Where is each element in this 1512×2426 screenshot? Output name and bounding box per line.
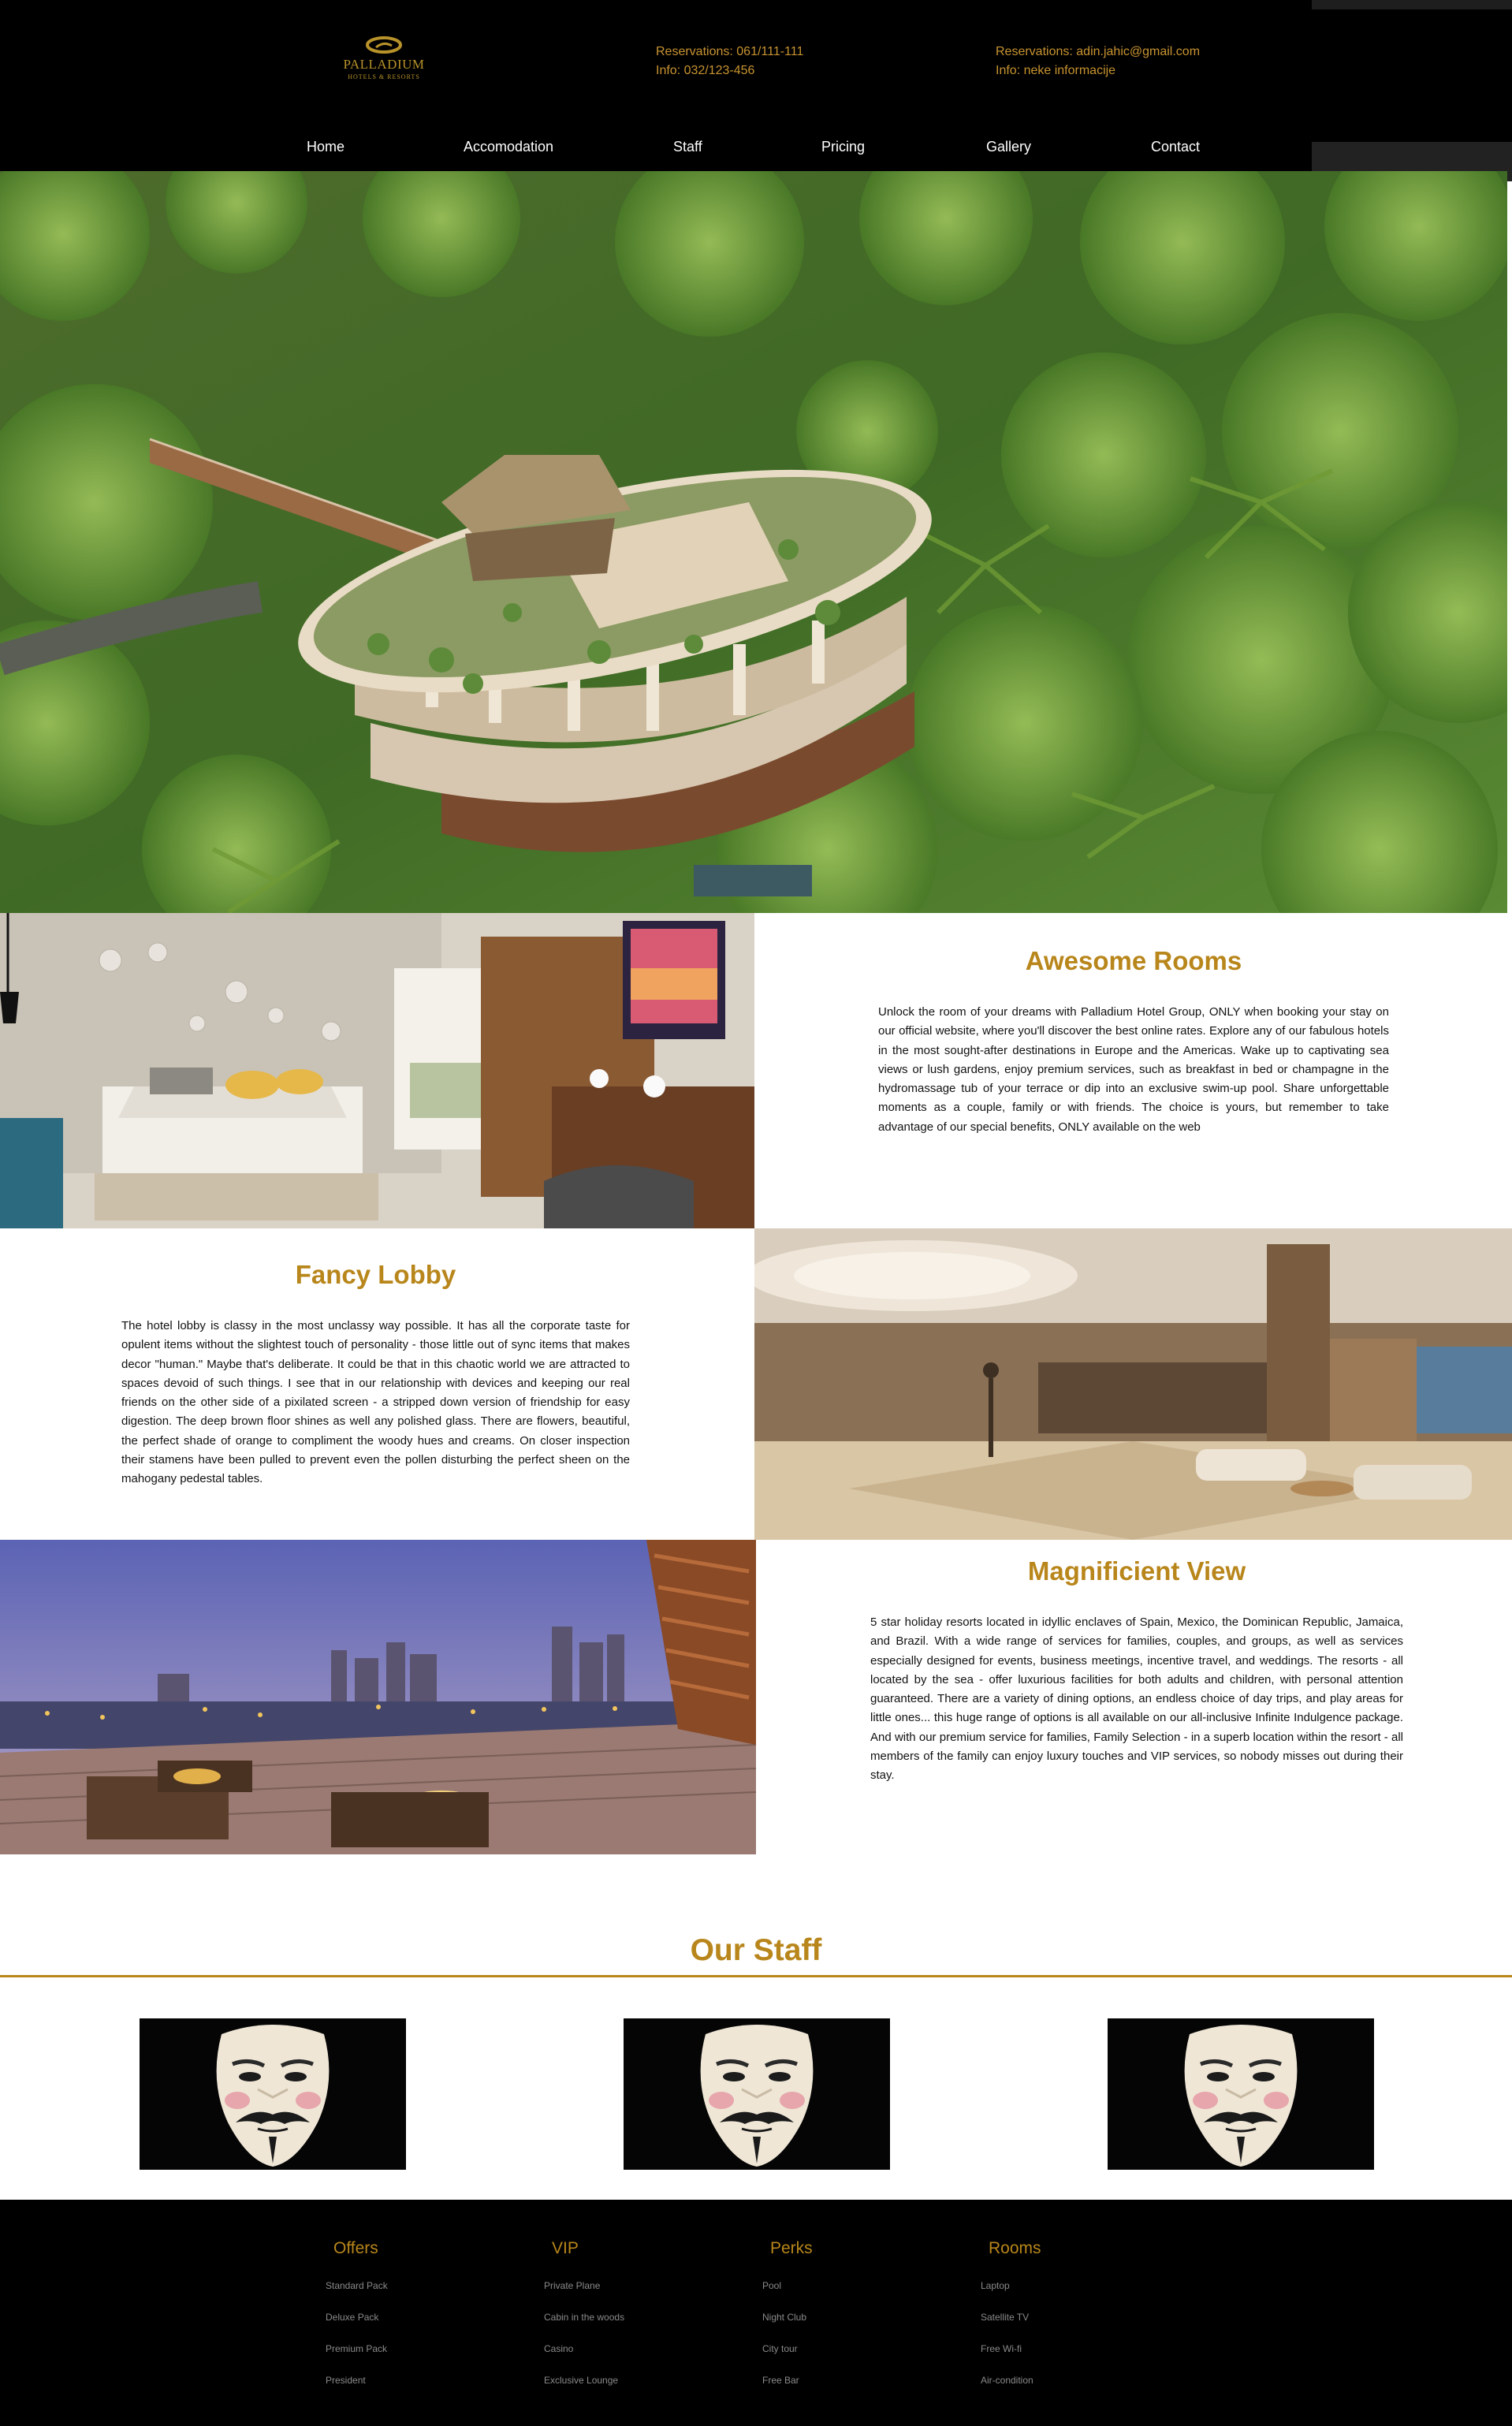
staff-member-2-photo (624, 2018, 890, 2170)
staff-member-3-photo (1108, 2018, 1374, 2170)
bedroom-photo (0, 913, 754, 1228)
view-text: Magnificient View 5 star holiday resorts… (870, 1556, 1403, 1786)
footer-heading-rooms: Rooms (989, 2239, 1041, 2257)
footer-link-cabin[interactable]: Cabin in the woods (544, 2312, 709, 2343)
top-strip (1312, 0, 1512, 9)
nav-home[interactable]: Home (307, 139, 344, 155)
footer-link-casino[interactable]: Casino (544, 2343, 709, 2375)
footer-heading-vip: VIP (552, 2239, 579, 2257)
brand-logo[interactable]: PALLADIUM HOTELS & RESORTS (341, 35, 427, 90)
info-text: Info: neke informacije (996, 64, 1116, 77)
brand-tagline: HOTELS & RESORTS (348, 73, 420, 80)
footer-link-laptop[interactable]: Laptop (981, 2280, 1146, 2312)
contact-email-block: Reservations: adin.jahic@gmail.com Info:… (996, 43, 1200, 80)
footer-link-standard-pack[interactable]: Standard Pack (326, 2280, 491, 2312)
footer-link-pool[interactable]: Pool (762, 2280, 928, 2312)
contact-phone-block: Reservations: 061/111-111 Info: 032/123-… (656, 43, 803, 80)
footer-link-satellite-tv[interactable]: Satellite TV (981, 2312, 1146, 2343)
footer-column-offers: Offers Standard Pack Deluxe Pack Premium… (326, 2239, 491, 2406)
brand-name: PALLADIUM (343, 57, 425, 72)
lobby-photo (754, 1228, 1512, 1540)
reservations-email: Reservations: adin.jahic@gmail.com (996, 45, 1201, 58)
nav-pricing[interactable]: Pricing (821, 139, 865, 155)
bedroom-illustration (0, 913, 754, 1228)
footer-column-perks: Perks Pool Night Club City tour Free Bar (762, 2239, 928, 2406)
footer-heading-offers: Offers (333, 2239, 378, 2257)
footer-link-free-wifi[interactable]: Free Wi-fi (981, 2343, 1146, 2375)
footer-link-city-tour[interactable]: City tour (762, 2343, 928, 2375)
staff-divider (0, 1975, 1512, 1977)
main-nav: Home Accomodation Staff Pricing Gallery … (0, 139, 1512, 156)
footer-link-air-condition[interactable]: Air-condition (981, 2375, 1146, 2406)
nav-contact[interactable]: Contact (1151, 139, 1200, 155)
hero-image (0, 171, 1507, 913)
lobby-text: Fancy Lobby The hotel lobby is classy in… (121, 1260, 630, 1489)
view-description: 5 star holiday resorts located in idylli… (870, 1615, 1403, 1783)
info-phone: Info: 032/123-456 (656, 64, 755, 77)
site-header: PALLADIUM HOTELS & RESORTS Reservations:… (0, 0, 1512, 181)
nav-gallery[interactable]: Gallery (986, 139, 1031, 155)
rooms-title: Awesome Rooms (1025, 946, 1242, 975)
logo-swirl-icon (366, 36, 402, 54)
footer-column-vip: VIP Private Plane Cabin in the woods Cas… (544, 2239, 709, 2406)
reservations-phone: Reservations: 061/111-111 (656, 45, 804, 58)
footer-heading-perks: Perks (770, 2239, 813, 2257)
footer-link-private-plane[interactable]: Private Plane (544, 2280, 709, 2312)
nav-staff[interactable]: Staff (673, 139, 702, 155)
lobby-illustration (754, 1228, 1512, 1540)
mask-portrait-illustration (140, 2018, 406, 2170)
footer-link-night-club[interactable]: Night Club (762, 2312, 928, 2343)
city-view-photo (0, 1540, 756, 1854)
mask-portrait-illustration (1108, 2018, 1374, 2170)
rooms-description: Unlock the room of your dreams with Pall… (878, 1005, 1389, 1134)
footer-link-president[interactable]: President (326, 2375, 491, 2406)
footer-column-rooms: Rooms Laptop Satellite TV Free Wi-fi Air… (981, 2239, 1146, 2406)
staff-section-title: Our Staff (690, 1933, 822, 1967)
view-title: Magnificient View (1027, 1556, 1246, 1586)
footer-link-deluxe-pack[interactable]: Deluxe Pack (326, 2312, 491, 2343)
site-footer: Offers Standard Pack Deluxe Pack Premium… (0, 2200, 1512, 2426)
mask-portrait-illustration (624, 2018, 890, 2170)
staff-member-1-photo (140, 2018, 406, 2170)
nav-accomodation[interactable]: Accomodation (464, 139, 553, 155)
hero-resort-illustration (0, 171, 1507, 913)
footer-link-premium-pack[interactable]: Premium Pack (326, 2343, 491, 2375)
city-view-illustration (0, 1540, 756, 1854)
rooms-text: Awesome Rooms Unlock the room of your dr… (878, 946, 1389, 1137)
lobby-description: The hotel lobby is classy in the most un… (121, 1319, 630, 1486)
footer-link-exclusive-lounge[interactable]: Exclusive Lounge (544, 2375, 709, 2406)
footer-link-free-bar[interactable]: Free Bar (762, 2375, 928, 2406)
lobby-title: Fancy Lobby (295, 1260, 456, 1289)
